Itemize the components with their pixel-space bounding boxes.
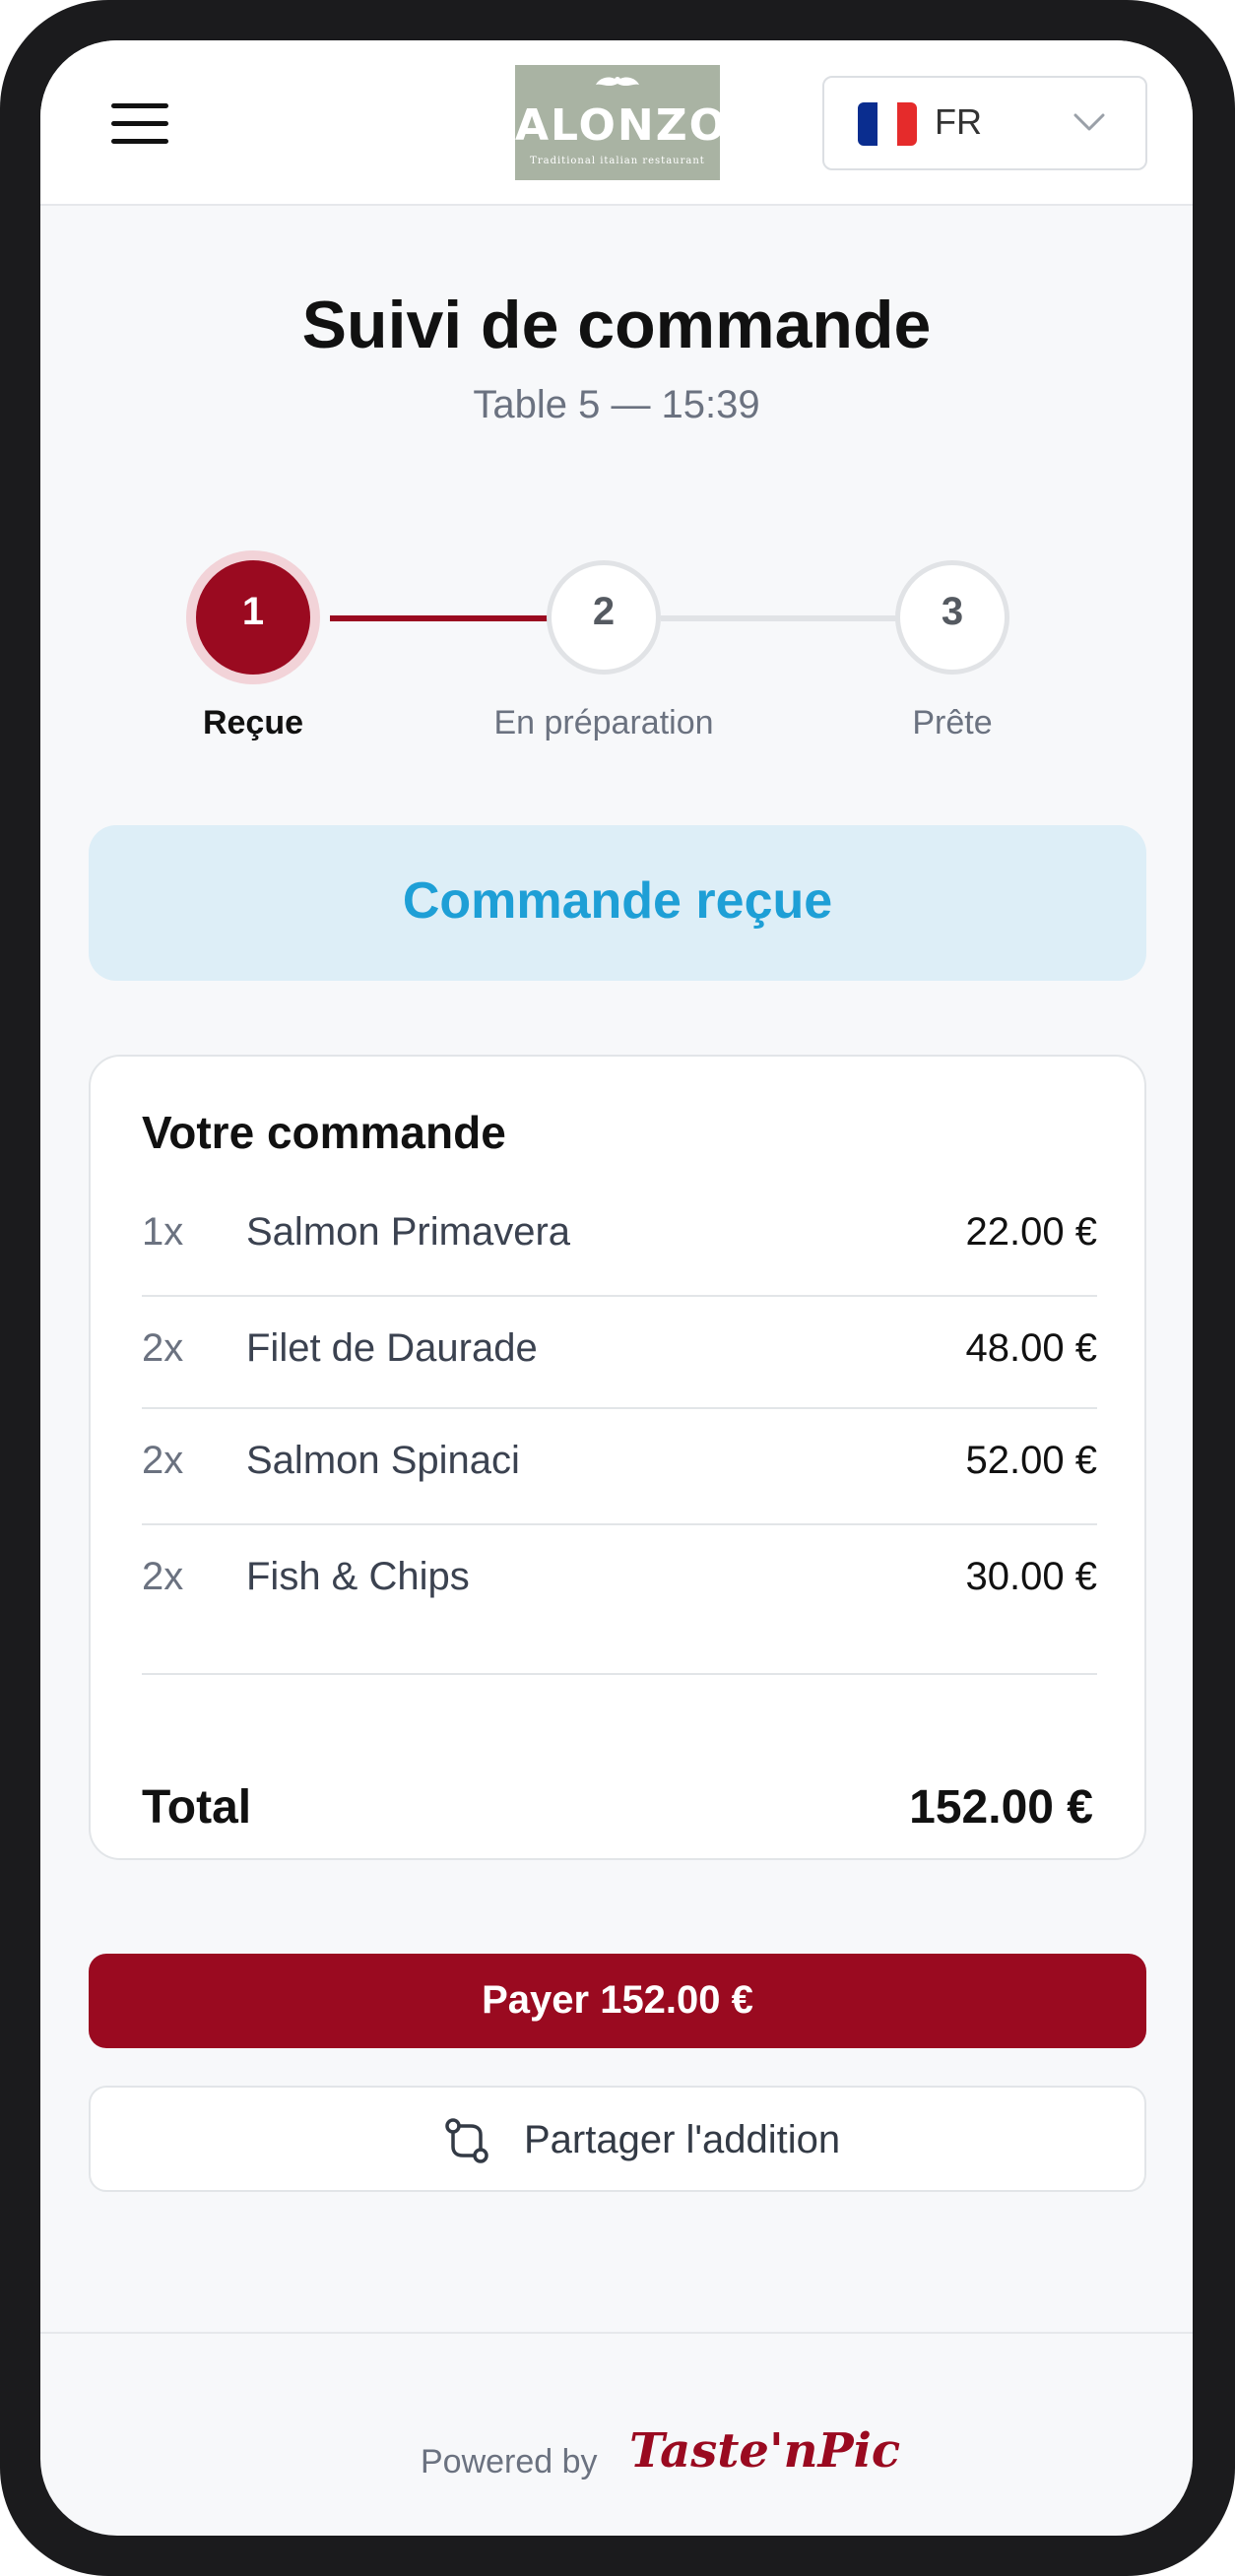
order-item-row: 2x Salmon Spinaci 52.00 € [142, 1407, 1097, 1523]
logo-tagline: Traditional italian restaurant [530, 156, 705, 166]
order-summary-card: Votre commande 1x Salmon Primavera 22.00… [89, 1055, 1146, 1860]
step-label-preparation: En préparation [493, 704, 714, 741]
order-status-banner: Commande reçue [89, 825, 1146, 981]
item-name: Fish & Chips [246, 1555, 470, 1598]
order-card-title: Votre commande [142, 1107, 506, 1158]
screen: ALONZO Traditional italian restaurant FR… [40, 40, 1193, 2536]
step-number: 2 [592, 590, 616, 633]
split-bill-button[interactable]: Partager l'addition [89, 2086, 1146, 2192]
hamburger-menu-icon[interactable] [111, 103, 168, 145]
step-number: 3 [941, 590, 964, 633]
item-quantity: 2x [142, 1326, 184, 1370]
chevron-down-icon [1073, 113, 1105, 131]
step-preparation-circle: 2 [547, 560, 661, 675]
restaurant-logo: ALONZO Traditional italian restaurant [515, 65, 729, 180]
mustache-icon [596, 77, 639, 87]
language-selector[interactable]: FR [822, 76, 1147, 170]
france-flag-icon [858, 102, 917, 146]
split-bill-icon [445, 2118, 488, 2163]
item-price: 52.00 € [965, 1439, 1097, 1482]
pay-button[interactable]: Payer 152.00 € [89, 1954, 1146, 2048]
order-item-row: 2x Fish & Chips 30.00 € [142, 1523, 1097, 1640]
step-label-ready: Prête [912, 704, 993, 741]
item-price: 48.00 € [965, 1326, 1097, 1370]
language-code: FR [935, 101, 982, 142]
device-frame: ALONZO Traditional italian restaurant FR… [0, 0, 1235, 2576]
item-price: 22.00 € [965, 1210, 1097, 1254]
total-value: 152.00 € [909, 1781, 1093, 1834]
pay-button-label: Payer 152.00 € [482, 1978, 753, 2022]
item-quantity: 2x [142, 1439, 184, 1482]
step-received-circle: 1 [196, 560, 310, 675]
split-bill-label: Partager l'addition [524, 2118, 841, 2161]
item-price: 30.00 € [965, 1555, 1097, 1598]
order-item-row: 1x Salmon Primavera 22.00 € [142, 1179, 1097, 1295]
tastenpic-brand-logo[interactable]: Taste'nPic [629, 2423, 900, 2479]
item-quantity: 2x [142, 1555, 184, 1598]
footer-divider [40, 2332, 1193, 2334]
step-number: 1 [241, 590, 265, 633]
total-label: Total [142, 1781, 252, 1834]
table-time-subtitle: Table 5 — 15:39 [473, 383, 760, 426]
item-name: Salmon Primavera [246, 1210, 571, 1254]
order-status-text: Commande reçue [402, 872, 833, 930]
powered-by-text: Powered by [421, 2443, 598, 2480]
logo-name: ALONZO [515, 100, 729, 151]
page-title: Suivi de commande [301, 288, 932, 362]
item-quantity: 1x [142, 1210, 184, 1254]
item-name: Filet de Daurade [246, 1326, 538, 1370]
order-item-row: 2x Filet de Daurade 48.00 € [142, 1295, 1097, 1411]
total-divider [142, 1673, 1097, 1675]
item-name: Salmon Spinaci [246, 1439, 520, 1482]
step-ready-circle: 3 [895, 560, 1009, 675]
app-header: ALONZO Traditional italian restaurant FR [40, 40, 1193, 206]
step-label-received: Reçue [202, 704, 304, 741]
